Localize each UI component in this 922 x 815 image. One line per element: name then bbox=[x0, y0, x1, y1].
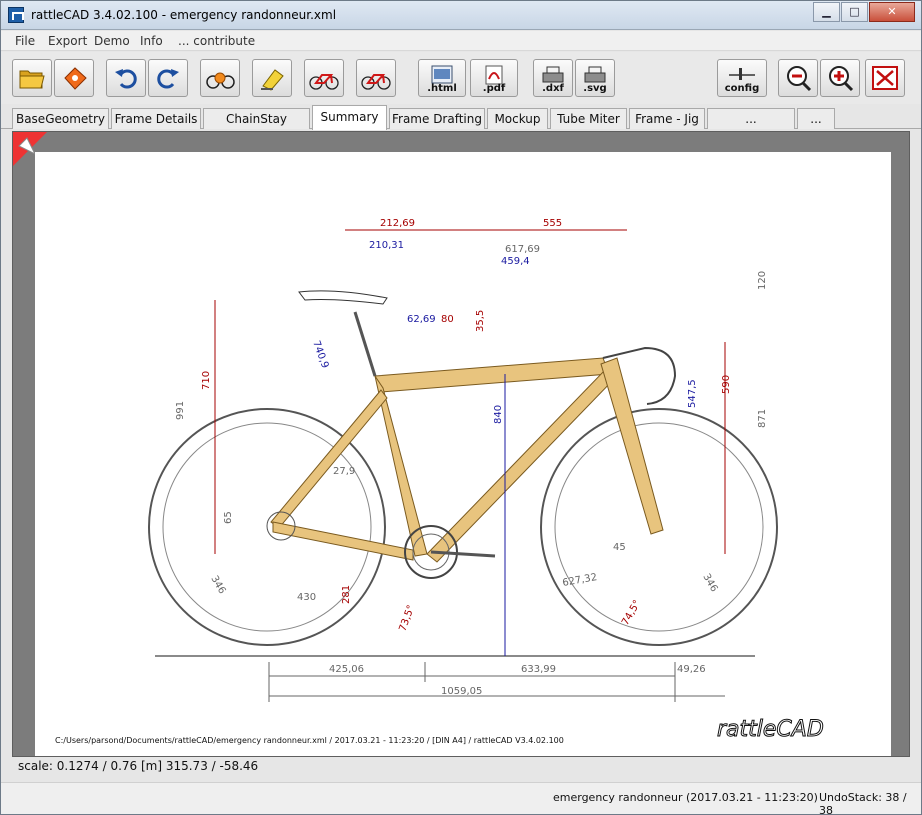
tab-frame-details[interactable]: Frame Details bbox=[111, 108, 201, 129]
rattlecad-logo: rattleCAD bbox=[717, 717, 824, 742]
minimize-button[interactable]: ▁ bbox=[813, 2, 840, 22]
bike-a-button[interactable] bbox=[304, 59, 344, 97]
dim-front-height: 871 bbox=[757, 409, 768, 428]
status-bar: emergency randonneur (2017.03.21 - 11:23… bbox=[1, 782, 921, 815]
clear-button[interactable] bbox=[252, 59, 292, 97]
menu-demo[interactable]: Demo bbox=[94, 34, 130, 48]
tab-tube-miter[interactable]: Tube Miter bbox=[550, 108, 627, 129]
drawing-sheet: 212,69 555 210,31 617,69 459,4 62,69 80 … bbox=[35, 152, 891, 756]
dim-trail: 49,26 bbox=[677, 664, 706, 675]
dim-front-to-bb: 633,99 bbox=[521, 664, 556, 675]
tab-chainstay-details[interactable]: ChainStay Details bbox=[203, 108, 310, 146]
save-file-button[interactable] bbox=[54, 59, 94, 97]
red-dimensions bbox=[214, 229, 726, 656]
save-disk-icon bbox=[64, 67, 87, 90]
dim-top-c: 210,31 bbox=[369, 240, 404, 251]
zoom-out-button[interactable] bbox=[778, 59, 818, 97]
dim-saddle-setback: 35,5 bbox=[475, 310, 486, 332]
dim-seat-height: 840 bbox=[493, 405, 504, 424]
view-tabs: BaseGeometry Frame Details ChainStay Det… bbox=[1, 105, 921, 146]
tab-frame-jig[interactable]: Frame - Jig bbox=[629, 108, 705, 129]
drawing-footer-path: C:/Users/parsond/Documents/rattleCAD/eme… bbox=[55, 736, 564, 745]
undo-stack: UndoStack: 38 / 38 bbox=[819, 791, 907, 815]
status-file: emergency randonneur (2017.03.21 - 11:23… bbox=[553, 791, 818, 804]
config-label: config bbox=[724, 83, 760, 94]
close-button[interactable]: ✕ bbox=[869, 2, 915, 22]
zoom-out-icon bbox=[787, 66, 812, 92]
dim-total-height: 991 bbox=[175, 401, 186, 420]
dim-top-e: 459,4 bbox=[501, 256, 530, 267]
dim-fork-offset: 45 bbox=[613, 542, 626, 553]
dim-seat-tube: 710 bbox=[201, 371, 212, 390]
tab-mockup[interactable]: Mockup bbox=[487, 108, 548, 129]
export-svg-button[interactable]: .svg bbox=[575, 59, 615, 97]
dim-bb-small: 27,9 bbox=[333, 466, 355, 477]
dim-head-height: 547,5 bbox=[687, 379, 698, 408]
menu-info[interactable]: Info bbox=[140, 34, 163, 48]
zoom-fit-button[interactable] bbox=[865, 59, 905, 97]
dim-head-angle: 74,5° bbox=[620, 598, 643, 627]
eraser-icon bbox=[261, 69, 284, 91]
dim-saddle-offset-b: 80 bbox=[441, 314, 454, 325]
reset-button[interactable] bbox=[200, 59, 240, 97]
export-html-button[interactable]: .html bbox=[418, 59, 466, 97]
title-bar: rattleCAD 3.4.02.100 - emergency randonn… bbox=[1, 1, 921, 30]
bike-red-icon bbox=[361, 74, 391, 90]
fit-arrows-icon bbox=[872, 66, 898, 90]
export-pdf-button[interactable]: .pdf bbox=[470, 59, 518, 97]
export-dxf-button[interactable]: .dxf bbox=[533, 59, 573, 97]
dim-top-d: 617,69 bbox=[505, 244, 540, 255]
export-html-label: .html bbox=[427, 83, 457, 94]
tab-frame-drafting[interactable]: Frame Drafting bbox=[389, 108, 485, 129]
tab-basegeometry[interactable]: BaseGeometry bbox=[12, 108, 109, 129]
dim-chainstay: 430 bbox=[297, 592, 316, 603]
bike-b-button[interactable] bbox=[356, 59, 396, 97]
undo-button[interactable] bbox=[106, 59, 146, 97]
export-dxf-label: .dxf bbox=[542, 83, 564, 94]
dim-wheel-left: 346 bbox=[208, 574, 227, 596]
bike-red-icon bbox=[309, 74, 339, 90]
open-file-button[interactable] bbox=[12, 59, 52, 97]
window-title: rattleCAD 3.4.02.100 - emergency randonn… bbox=[31, 8, 337, 22]
bike-geometry-drawing: 212,69 555 210,31 617,69 459,4 62,69 80 … bbox=[55, 218, 824, 745]
redo-button[interactable] bbox=[148, 59, 188, 97]
tab-components[interactable]: ... Components bbox=[707, 108, 795, 146]
dim-bb-drop: 281 bbox=[341, 585, 352, 604]
tab-info[interactable]: ... info bbox=[797, 108, 835, 146]
dim-chainstay-drop: 65 bbox=[223, 511, 234, 524]
menu-file[interactable]: File bbox=[15, 34, 35, 48]
dim-saddle-offset: 62,69 bbox=[407, 314, 436, 325]
menu-bar: File Export Demo Info ... contribute bbox=[1, 31, 921, 51]
dim-wheel-right: 346 bbox=[700, 572, 719, 594]
saddle bbox=[298, 290, 388, 305]
dim-seat-length: 740,9 bbox=[310, 339, 330, 370]
drawing-canvas[interactable]: 212,69 555 210,31 617,69 459,4 62,69 80 … bbox=[12, 131, 910, 757]
dim-top-b: 555 bbox=[543, 218, 562, 229]
tab-summary[interactable]: Summary bbox=[312, 105, 387, 130]
dim-seat-angle: 73,5° bbox=[397, 604, 417, 633]
dim-rear-center: 425,06 bbox=[329, 664, 364, 675]
rattlecad-app-icon bbox=[8, 7, 24, 23]
menu-export[interactable]: Export bbox=[48, 34, 87, 48]
dim-top-a: 212,69 bbox=[380, 218, 415, 229]
bike-frame bbox=[270, 357, 664, 563]
config-button[interactable]: config bbox=[717, 59, 767, 97]
scale-readout: scale: 0.1274 / 0.76 [m] 315.73 / -58.46 bbox=[18, 759, 259, 773]
dim-wheelbase: 1059,05 bbox=[441, 686, 482, 697]
undo-icon bbox=[115, 69, 137, 89]
menu-contribute[interactable]: ... contribute bbox=[178, 34, 255, 48]
zoom-in-button[interactable] bbox=[820, 59, 860, 97]
toolbar: .html .pdf .dxf .svg config bbox=[1, 52, 921, 104]
app-window: rattleCAD 3.4.02.100 - emergency randonn… bbox=[0, 0, 922, 815]
zoom-in-icon bbox=[829, 66, 854, 92]
bike-reset-icon bbox=[206, 72, 235, 89]
dim-stack-front: 590 bbox=[721, 375, 732, 394]
dim-handlebar-drop: 120 bbox=[757, 271, 768, 290]
folder-icon bbox=[19, 70, 45, 89]
redo-icon bbox=[157, 69, 179, 89]
maximize-button[interactable]: □ bbox=[841, 2, 868, 22]
export-pdf-label: .pdf bbox=[482, 83, 506, 94]
export-svg-label: .svg bbox=[583, 83, 607, 94]
